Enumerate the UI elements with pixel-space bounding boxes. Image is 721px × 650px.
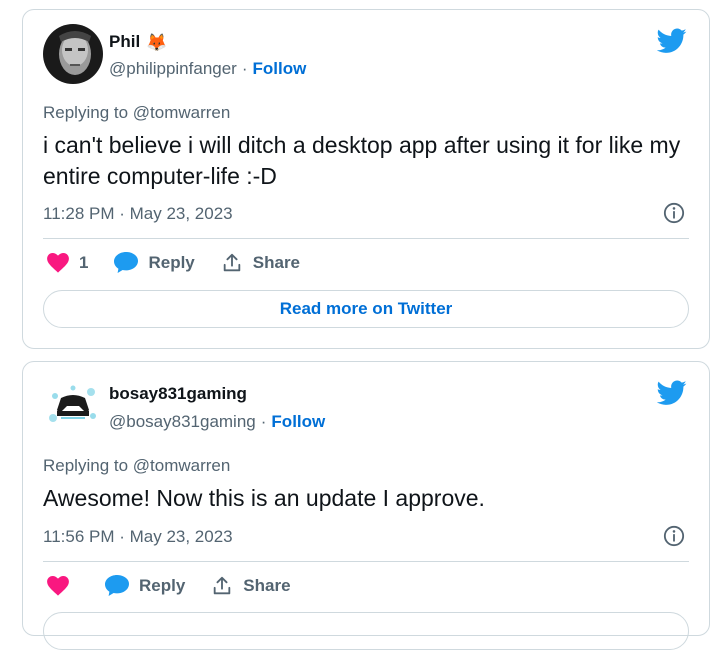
reply-button[interactable]: Reply bbox=[105, 575, 185, 597]
like-button[interactable] bbox=[47, 576, 79, 596]
replying-to[interactable]: Replying to @tomwarren bbox=[43, 103, 230, 123]
like-count: 1 bbox=[79, 253, 89, 272]
share-upload-icon bbox=[223, 253, 241, 272]
reply-label: Reply bbox=[148, 253, 195, 272]
handle-row: @bosay831gaming · Follow bbox=[109, 412, 325, 432]
share-upload-icon bbox=[214, 576, 231, 595]
heart-icon bbox=[47, 576, 69, 596]
twitter-bird-icon[interactable] bbox=[657, 28, 687, 54]
speech-bubble-icon bbox=[105, 575, 129, 596]
speech-bubble-icon bbox=[114, 252, 139, 273]
author-handle[interactable]: @bosay831gaming bbox=[109, 412, 256, 432]
author-name[interactable]: bosay831gaming bbox=[109, 384, 247, 404]
info-circle-icon[interactable] bbox=[663, 525, 685, 547]
author-handle[interactable]: @philippinfanger bbox=[109, 59, 237, 79]
author-name-row: bosay831gaming bbox=[109, 384, 247, 404]
author-name[interactable]: Phil bbox=[109, 32, 140, 52]
twitter-bird-icon[interactable] bbox=[657, 380, 687, 406]
timestamp[interactable]: 11:28 PM · May 23, 2023 bbox=[43, 204, 233, 224]
share-label: Share bbox=[243, 576, 291, 595]
divider bbox=[43, 238, 689, 239]
divider bbox=[43, 561, 689, 562]
share-button[interactable]: Share bbox=[221, 252, 300, 274]
heart-icon bbox=[47, 253, 69, 273]
action-bar: Reply Share bbox=[47, 575, 317, 597]
share-label: Share bbox=[252, 253, 301, 272]
separator-dot: · bbox=[241, 59, 248, 78]
fox-emoji-icon: 🦊 bbox=[146, 32, 168, 52]
info-circle-icon[interactable] bbox=[663, 202, 685, 224]
tweet-text: i can't believe i will ditch a desktop a… bbox=[43, 132, 681, 189]
avatar[interactable] bbox=[43, 376, 103, 436]
avatar[interactable] bbox=[43, 24, 103, 84]
separator-dot: · bbox=[260, 412, 267, 431]
share-button[interactable]: Share bbox=[211, 575, 291, 597]
read-more-button[interactable]: Read more on Twitter bbox=[43, 290, 689, 328]
handle-row: @philippinfanger · Follow bbox=[109, 59, 306, 79]
author-name-row: Phil 🦊 bbox=[109, 32, 167, 52]
follow-button[interactable]: Follow bbox=[271, 412, 325, 432]
action-bar: 1 Reply Share bbox=[47, 252, 326, 274]
tweet-card: Phil 🦊 @philippinfanger · Follow Replyin… bbox=[22, 9, 710, 349]
tweet-text: Awesome! Now this is an update I approve… bbox=[43, 485, 485, 511]
like-button[interactable]: 1 bbox=[47, 253, 88, 273]
reply-label: Reply bbox=[139, 576, 186, 595]
follow-button[interactable]: Follow bbox=[253, 59, 307, 79]
replying-to[interactable]: Replying to @tomwarren bbox=[43, 456, 230, 476]
reply-button[interactable]: Reply bbox=[114, 252, 195, 274]
tweet-card: bosay831gaming @bosay831gaming · Follow … bbox=[22, 361, 710, 650]
timestamp[interactable]: 11:56 PM · May 23, 2023 bbox=[43, 527, 233, 547]
